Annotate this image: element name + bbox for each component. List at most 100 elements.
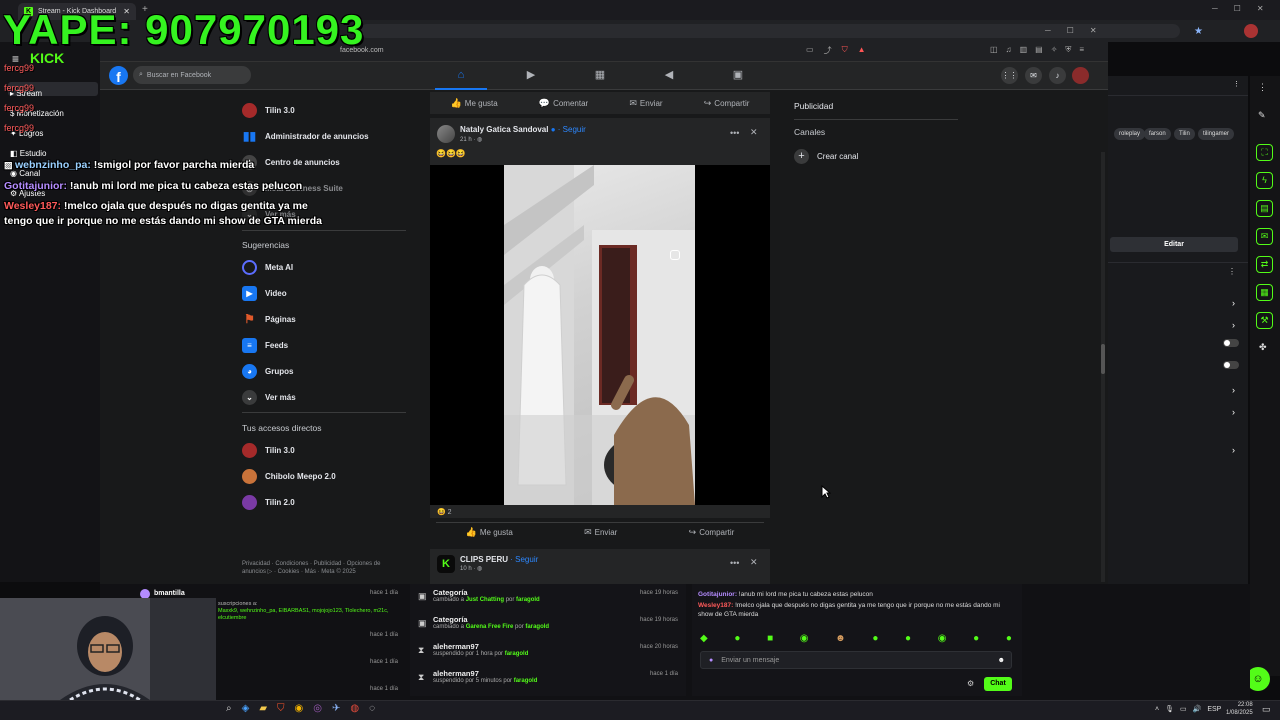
emote-icon[interactable]: ● — [872, 633, 878, 644]
stream-tag[interactable]: tilingamer — [1198, 128, 1235, 140]
chevron-right-icon[interactable]: › — [1232, 401, 1235, 423]
toggle-switch[interactable] — [1223, 339, 1239, 347]
brave-browser-icon[interactable]: ⛉ — [277, 703, 285, 714]
emote-icon[interactable]: ● — [734, 633, 740, 644]
shield-icon[interactable]: ⛨ — [1065, 45, 1071, 55]
sidebar-toggle-icon[interactable]: ◫ — [990, 45, 998, 55]
minimize-icon[interactable]: ─ — [1212, 4, 1218, 13]
popup-url-bar[interactable]: facebook.com — [300, 43, 880, 58]
shortcut-tilin-2[interactable]: Tilin 2.0 — [242, 492, 295, 512]
reactions-summary[interactable]: 😆 2 — [437, 508, 452, 516]
chevron-right-icon[interactable]: › — [1232, 379, 1235, 401]
home-icon[interactable]: ⌂ — [454, 68, 468, 82]
megaphone-icon[interactable]: ◀ — [662, 68, 676, 82]
more-options-icon[interactable]: ••• — [730, 558, 739, 568]
popup-close-icon[interactable]: ✕ — [1090, 26, 1097, 35]
stream-tag[interactable]: farson — [1144, 128, 1171, 140]
chat-settings-gear-icon[interactable]: ⚙ — [967, 679, 974, 688]
file-explorer-icon[interactable]: ▰ — [259, 703, 267, 714]
emote-icon[interactable]: ◉ — [938, 633, 947, 644]
next-post-author[interactable]: CLIPS PERU — [460, 555, 508, 564]
taskbar-clock[interactable]: 22:08 1/08/2025 — [1226, 701, 1253, 717]
obs-icon[interactable]: ◎ — [313, 703, 322, 714]
share-button[interactable]: ↪ Compartir — [689, 527, 735, 538]
toggle-switch[interactable] — [1223, 361, 1239, 369]
scrollbar-thumb[interactable] — [1101, 344, 1105, 374]
create-channel-button[interactable]: + Crear canal — [794, 149, 858, 164]
more-vertical-icon[interactable]: ⋮ — [1258, 82, 1267, 93]
emote-icon[interactable]: ◉ — [800, 633, 809, 644]
bookmark-star-icon[interactable]: ★ — [1194, 26, 1203, 37]
sidebar-item-tilin-3[interactable]: Tilin 3.0 — [242, 100, 295, 120]
emote-icon[interactable]: ◆ — [700, 633, 708, 644]
sidebar-item-see-more[interactable]: ⌄ Ver más — [242, 387, 296, 407]
clips-peru-avatar[interactable]: K — [437, 555, 455, 573]
sidebar-item-meta-ai[interactable]: Meta AI — [242, 257, 293, 277]
close-icon[interactable]: ✕ — [1257, 4, 1264, 13]
tray-up-arrow-icon[interactable]: ˄ — [1155, 706, 1159, 713]
search-icon[interactable]: ⌕ — [226, 703, 232, 714]
extensions-icon[interactable]: ✧ — [1051, 45, 1058, 55]
brave-shield-icon[interactable]: ⛉ — [842, 45, 848, 56]
more-vertical-icon[interactable]: ⋮ — [1228, 267, 1236, 276]
sidebar-item-pages[interactable]: ⚑ Páginas — [242, 309, 296, 329]
emote-icon[interactable]: ● — [905, 633, 911, 644]
emote-icon[interactable]: ● — [1006, 633, 1012, 644]
chevron-right-icon[interactable]: › — [1232, 292, 1235, 314]
chevron-right-icon[interactable]: › — [1232, 314, 1235, 336]
share-icon[interactable]: ⤴ — [824, 45, 832, 56]
sidebar-item-feeds[interactable]: ≡ Feeds — [242, 335, 288, 355]
app-icon[interactable]: ◍ — [350, 703, 359, 714]
brave-rewards-icon[interactable]: ▲ — [858, 45, 866, 56]
follow-link[interactable]: · Seguir — [558, 125, 586, 134]
volume-icon[interactable]: 🔊 — [1193, 705, 1202, 713]
send-chat-button[interactable]: Chat — [984, 677, 1012, 691]
rail-tool-button[interactable]: ϟ — [1256, 172, 1273, 189]
comment-button[interactable]: 💬 Comentar — [539, 98, 588, 109]
chevron-right-icon[interactable]: › — [1232, 439, 1235, 461]
rail-tool-button[interactable]: ✉ — [1256, 228, 1273, 245]
menu-grid-icon[interactable]: ⋮⋮ — [1001, 67, 1018, 84]
send-button[interactable]: ✉ Enviar — [584, 527, 617, 538]
emoji-picker-icon[interactable]: ☻ — [998, 657, 1005, 664]
profile-avatar[interactable] — [1244, 24, 1258, 38]
wallet-icon[interactable]: ▤ — [1035, 45, 1043, 55]
fb-footer-links[interactable]: Privacidad · Condiciones · Publicidad · … — [242, 560, 402, 576]
store-icon[interactable]: ◈ — [242, 703, 250, 714]
shortcut-chibolo-meepo[interactable]: Chibolo Meepo 2.0 — [242, 466, 336, 486]
more-vertical-icon[interactable]: ⋮ — [1233, 80, 1240, 88]
shortcut-tilin-3[interactable]: Tilin 3.0 — [242, 440, 295, 460]
messenger-icon[interactable]: ✉ — [1025, 67, 1042, 84]
keyboard-language[interactable]: ESP — [1207, 706, 1221, 713]
maximize-icon[interactable]: ☐ — [1234, 4, 1241, 13]
recent-sub-user[interactable]: bmantilla — [154, 590, 185, 597]
emote-icon[interactable]: ● — [973, 633, 979, 644]
game-controller-icon[interactable]: ✤ — [1259, 342, 1267, 353]
edit-stream-button[interactable]: Editar — [1110, 237, 1238, 252]
emote-icon[interactable]: ■ — [767, 633, 773, 644]
stream-tag[interactable]: Tilin — [1174, 128, 1195, 140]
rail-tool-button[interactable]: ⚒ — [1256, 312, 1273, 329]
marketplace-icon[interactable]: ▦ — [593, 68, 607, 82]
menu-icon[interactable]: ≡ — [1079, 45, 1084, 55]
like-button[interactable]: 👍 Me gusta — [451, 98, 498, 109]
reels-icon[interactable]: ▶ — [524, 68, 538, 82]
more-options-icon[interactable]: ••• — [730, 128, 739, 138]
rail-tool-button[interactable]: ⛶ — [1256, 144, 1273, 161]
stream-tag[interactable]: roleplay — [1114, 128, 1146, 140]
reading-list-icon[interactable]: ▥ — [1020, 45, 1028, 55]
sidebar-item-video[interactable]: ▶ Video — [242, 283, 287, 303]
steam-icon[interactable]: ✈ — [332, 703, 340, 714]
like-button[interactable]: 👍 Me gusta — [466, 527, 513, 538]
share-button[interactable]: ↪ Compartir — [704, 98, 750, 109]
network-icon[interactable]: ▭ — [1180, 705, 1187, 713]
app-icon[interactable]: ◌ — [369, 703, 375, 714]
sidebar-item-ads-manager[interactable]: ▮▮ Administrador de anuncios — [242, 126, 369, 146]
follow-link[interactable]: · Seguir — [510, 555, 538, 564]
music-icon[interactable]: ♫ — [1006, 45, 1012, 55]
chrome-icon[interactable]: ◉ — [295, 703, 304, 714]
post-author-avatar[interactable] — [437, 125, 455, 143]
rail-tool-button[interactable]: ▤ — [1256, 200, 1273, 217]
fb-search-input[interactable]: ⌕ Buscar en Facebook — [133, 66, 251, 84]
sidebar-item-groups[interactable]: ◕ Grupos — [242, 361, 293, 381]
